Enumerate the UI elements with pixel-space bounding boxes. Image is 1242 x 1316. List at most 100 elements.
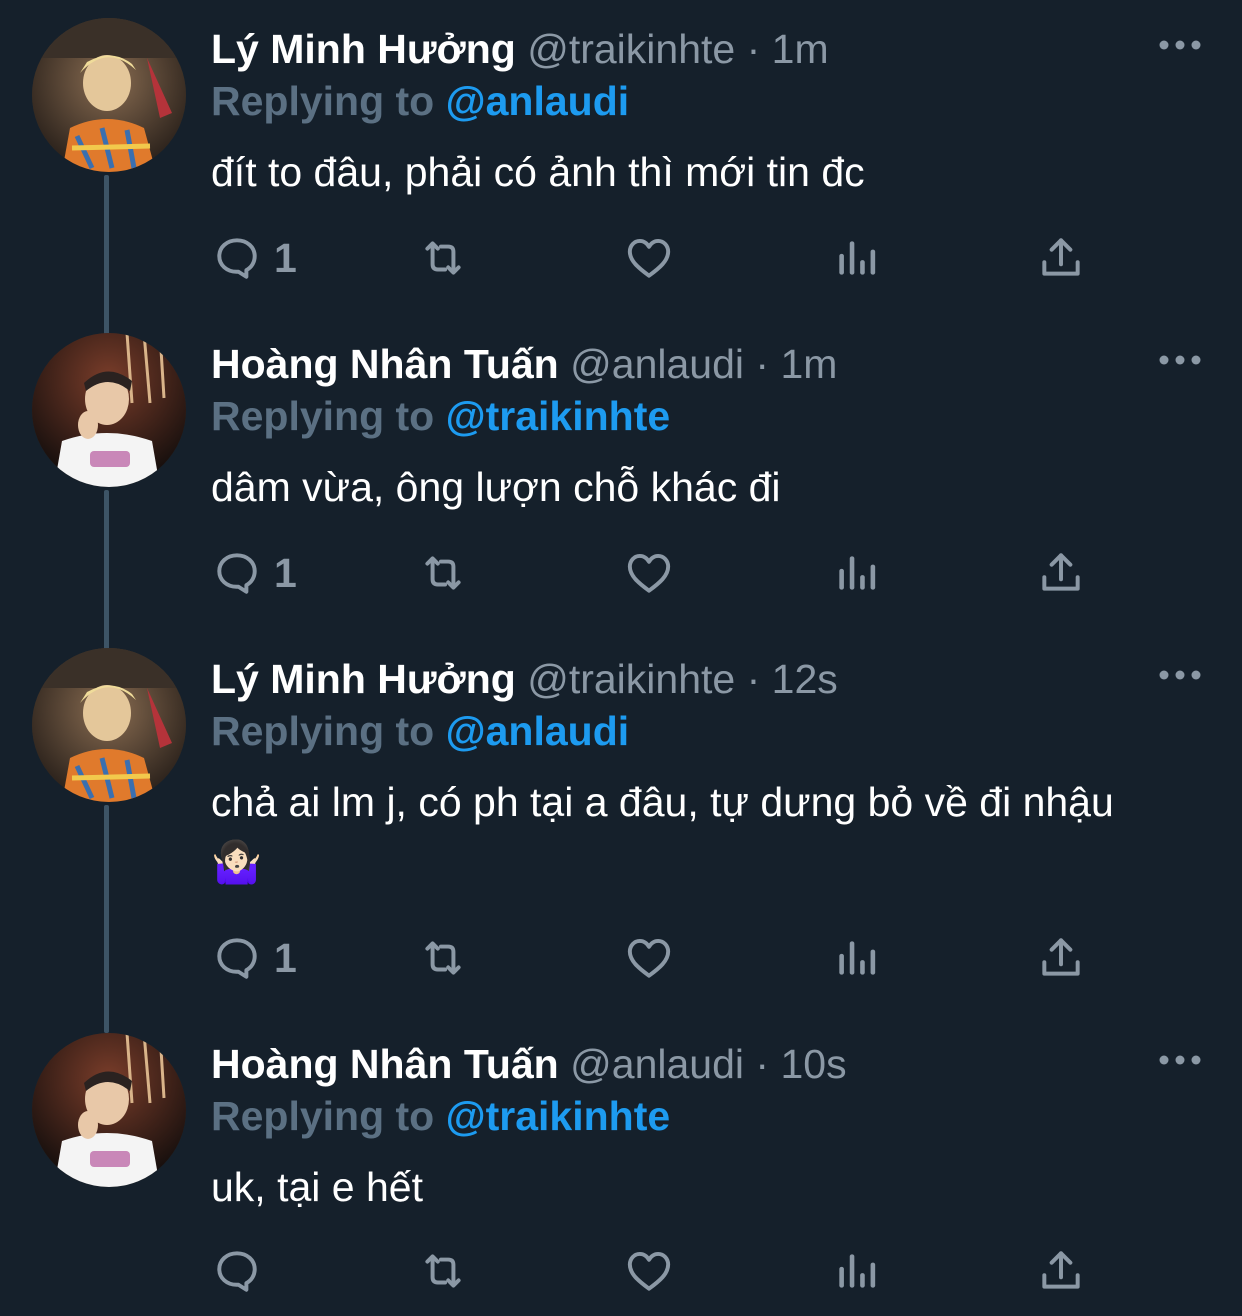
reply-bubble-icon bbox=[217, 938, 257, 979]
author-name[interactable]: Hoàng Nhân Tuấn bbox=[211, 1041, 559, 1087]
tweet-header: Lý Minh Hưởng @traikinhte · 1m bbox=[211, 24, 829, 74]
avatar[interactable] bbox=[32, 333, 186, 487]
replying-to-label: Replying to bbox=[211, 1093, 435, 1139]
like-button[interactable] bbox=[624, 228, 674, 288]
author-handle[interactable]: @anlaudi bbox=[570, 341, 744, 387]
reply-count: 1 bbox=[274, 935, 297, 981]
author-name[interactable]: Lý Minh Hưởng bbox=[211, 656, 516, 702]
avatar-photo bbox=[32, 1033, 186, 1187]
avatar-photo bbox=[32, 648, 186, 802]
analytics-button[interactable] bbox=[831, 543, 881, 603]
conversation-thread: Lý Minh Hưởng @traikinhte · 1m Replying … bbox=[0, 0, 1242, 1316]
replying-to-handle[interactable]: @anlaudi bbox=[446, 708, 630, 754]
tweet-header: Hoàng Nhân Tuấn @anlaudi · 1m bbox=[211, 339, 837, 389]
retweet-button[interactable] bbox=[418, 1241, 468, 1301]
heart-icon bbox=[627, 553, 671, 593]
share-upload-icon bbox=[1042, 938, 1080, 976]
replying-to: Replying to @anlaudi bbox=[211, 76, 629, 126]
analytics-bars-icon bbox=[839, 241, 876, 275]
more-dots-icon bbox=[1159, 355, 1201, 365]
avatar-photo bbox=[32, 18, 186, 172]
analytics-button[interactable] bbox=[831, 228, 881, 288]
like-button[interactable] bbox=[624, 543, 674, 603]
author-handle[interactable]: @anlaudi bbox=[570, 1041, 744, 1087]
separator-dot: · bbox=[746, 656, 761, 702]
like-button[interactable] bbox=[624, 928, 674, 988]
reply-count: 1 bbox=[274, 550, 297, 596]
avatar[interactable] bbox=[32, 1033, 186, 1187]
more-options-button[interactable] bbox=[1156, 660, 1204, 690]
replying-to-handle[interactable]: @traikinhte bbox=[446, 1093, 671, 1139]
retweet-icon bbox=[425, 941, 461, 975]
tweet-text: dâm vừa, ông lượn chỗ khác đi bbox=[211, 464, 781, 510]
more-options-button[interactable] bbox=[1156, 30, 1204, 60]
avatar-photo bbox=[32, 333, 186, 487]
timestamp[interactable]: 1m bbox=[780, 341, 837, 387]
reply-count: 1 bbox=[274, 235, 297, 281]
share-upload-icon bbox=[1042, 1251, 1080, 1289]
heart-icon bbox=[627, 1251, 671, 1291]
retweet-icon bbox=[425, 241, 461, 275]
tweet-header: Lý Minh Hưởng @traikinhte · 12s bbox=[211, 654, 838, 704]
share-upload-icon bbox=[1042, 553, 1080, 591]
tweet-actions: 1 bbox=[0, 928, 1242, 988]
analytics-button[interactable] bbox=[831, 928, 881, 988]
timestamp[interactable]: 1m bbox=[772, 26, 829, 72]
retweet-icon bbox=[425, 1254, 461, 1288]
more-dots-icon bbox=[1159, 40, 1201, 50]
retweet-button[interactable] bbox=[418, 928, 468, 988]
avatar[interactable] bbox=[32, 18, 186, 172]
separator-dot: · bbox=[755, 1041, 770, 1087]
tweet-actions: 1 bbox=[0, 228, 1242, 288]
heart-icon bbox=[627, 938, 671, 978]
tweet-text: chả ai lm j, có ph tại a đâu, tự dưng bỏ… bbox=[211, 779, 1114, 885]
author-handle[interactable]: @traikinhte bbox=[527, 656, 735, 702]
reply-button[interactable] bbox=[212, 1241, 274, 1301]
more-options-button[interactable] bbox=[1156, 345, 1204, 375]
author-handle[interactable]: @traikinhte bbox=[527, 26, 735, 72]
reply-button[interactable]: 1 bbox=[212, 543, 297, 603]
tweet-actions bbox=[0, 1241, 1242, 1301]
timestamp[interactable]: 10s bbox=[780, 1041, 846, 1087]
tweet-actions: 1 bbox=[0, 543, 1242, 603]
more-dots-icon bbox=[1159, 1055, 1201, 1065]
share-button[interactable] bbox=[1036, 928, 1086, 988]
reply-bubble-icon bbox=[217, 238, 257, 279]
tweet-header: Hoàng Nhân Tuấn @anlaudi · 10s bbox=[211, 1039, 847, 1089]
share-button[interactable] bbox=[1036, 1241, 1086, 1301]
replying-to-label: Replying to bbox=[211, 78, 435, 124]
retweet-button[interactable] bbox=[418, 228, 468, 288]
timestamp[interactable]: 12s bbox=[772, 656, 838, 702]
author-name[interactable]: Hoàng Nhân Tuấn bbox=[211, 341, 559, 387]
thread-connector bbox=[104, 805, 109, 1033]
tweet-text: đít to đâu, phải có ảnh thì mới tin đc bbox=[211, 149, 865, 195]
share-upload-icon bbox=[1042, 238, 1080, 276]
separator-dot: · bbox=[746, 26, 761, 72]
reply-bubble-icon bbox=[217, 1251, 257, 1292]
replying-to-handle[interactable]: @anlaudi bbox=[446, 78, 630, 124]
heart-icon bbox=[627, 238, 671, 278]
replying-to: Replying to @traikinhte bbox=[211, 1091, 670, 1141]
author-name[interactable]: Lý Minh Hưởng bbox=[211, 26, 516, 72]
replying-to-label: Replying to bbox=[211, 708, 435, 754]
replying-to: Replying to @anlaudi bbox=[211, 706, 629, 756]
replying-to-handle[interactable]: @traikinhte bbox=[446, 393, 671, 439]
analytics-button[interactable] bbox=[831, 1241, 881, 1301]
tweet-text: uk, tại e hết bbox=[211, 1164, 423, 1210]
retweet-button[interactable] bbox=[418, 543, 468, 603]
more-dots-icon bbox=[1159, 670, 1201, 680]
share-button[interactable] bbox=[1036, 228, 1086, 288]
analytics-bars-icon bbox=[839, 941, 876, 975]
replying-to: Replying to @traikinhte bbox=[211, 391, 670, 441]
reply-button[interactable]: 1 bbox=[212, 228, 297, 288]
like-button[interactable] bbox=[624, 1241, 674, 1301]
avatar[interactable] bbox=[32, 648, 186, 802]
share-button[interactable] bbox=[1036, 543, 1086, 603]
analytics-bars-icon bbox=[839, 556, 876, 590]
more-options-button[interactable] bbox=[1156, 1045, 1204, 1075]
reply-button[interactable]: 1 bbox=[212, 928, 297, 988]
analytics-bars-icon bbox=[839, 1254, 876, 1288]
retweet-icon bbox=[425, 556, 461, 590]
reply-bubble-icon bbox=[217, 553, 257, 594]
separator-dot: · bbox=[755, 341, 770, 387]
